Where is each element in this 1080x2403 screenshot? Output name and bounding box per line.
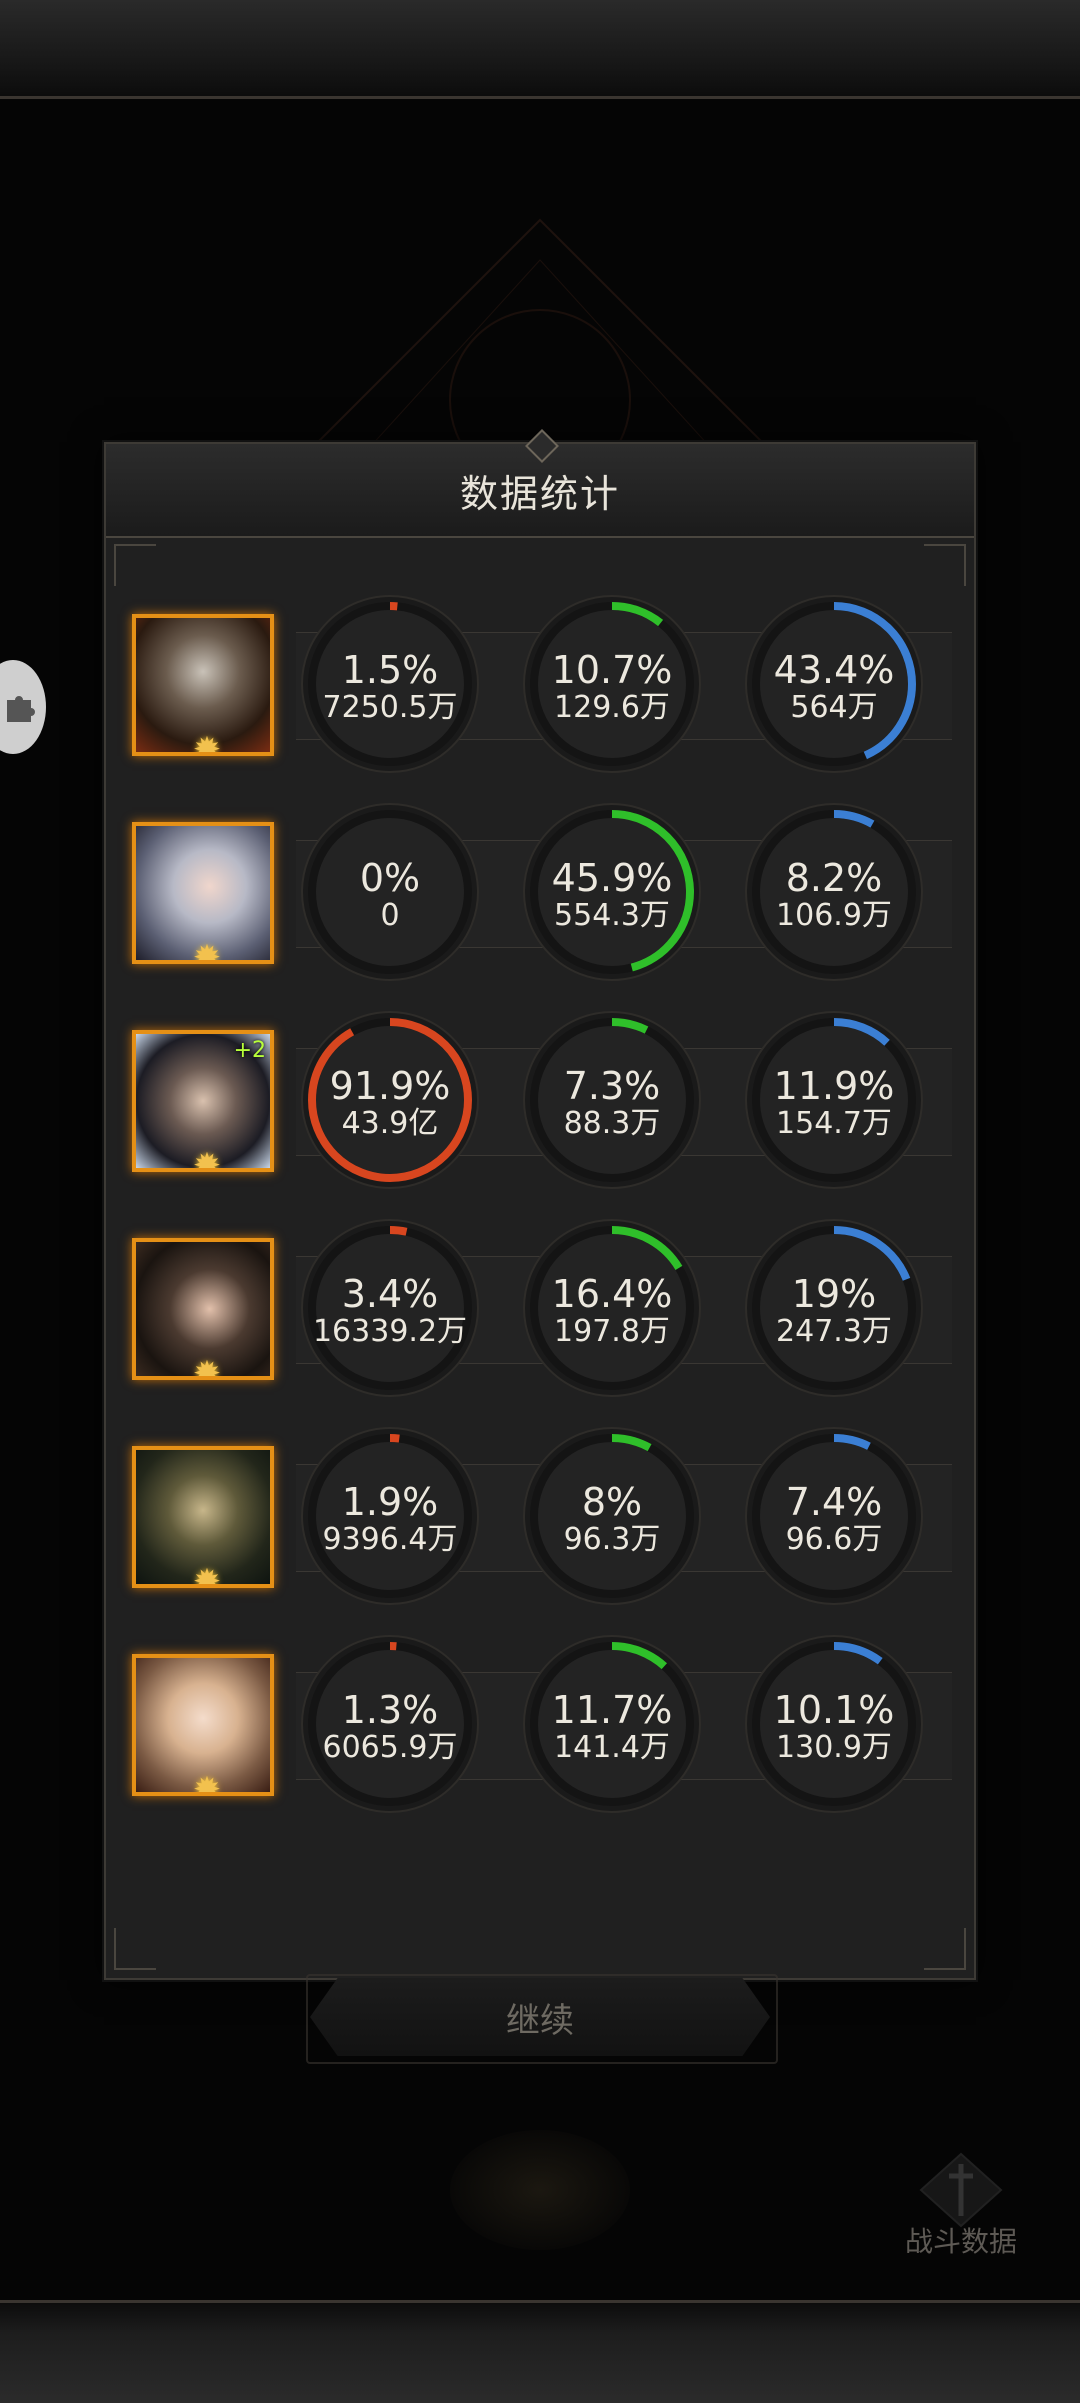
- hooded-mage-avatar[interactable]: ✹: [132, 1446, 274, 1588]
- tank-percent: 10.1%: [773, 1688, 895, 1732]
- damage-value: 9396.4万: [322, 1522, 458, 1557]
- damage-value: 0: [380, 898, 400, 933]
- damage-ring: 1.3% 6065.9万: [300, 1634, 480, 1814]
- top-decor-band: [0, 0, 1080, 99]
- silver-hair-heroine-avatar[interactable]: ✹: [132, 822, 274, 964]
- tank-percent: 43.4%: [773, 648, 895, 692]
- blonde-heroine-avatar[interactable]: ✹: [132, 1654, 274, 1796]
- damage-ring: 91.9% 43.9亿: [300, 1010, 480, 1190]
- tank-percent: 7.4%: [785, 1480, 883, 1524]
- heal-value: 129.6万: [554, 690, 670, 725]
- battle-emblem-icon: [919, 2152, 1003, 2228]
- heal-value: 554.3万: [554, 898, 670, 933]
- heal-value: 141.4万: [554, 1730, 670, 1765]
- tank-value: 106.9万: [776, 898, 892, 933]
- damage-percent: 1.9%: [341, 1480, 439, 1524]
- tank-percent: 19%: [791, 1272, 877, 1316]
- tank-value: 154.7万: [776, 1106, 892, 1141]
- star-rank-icon: ✹: [192, 1562, 222, 1588]
- damage-percent: 1.3%: [341, 1688, 439, 1732]
- tank-ring: 10.1% 130.9万: [744, 1634, 924, 1814]
- upgrade-level-badge: +2: [233, 1038, 266, 1063]
- damage-value: 7250.5万: [322, 690, 458, 725]
- continue-button[interactable]: 继续: [310, 1978, 770, 2056]
- corner-ornament: [924, 544, 966, 586]
- tank-value: 130.9万: [776, 1730, 892, 1765]
- heal-percent: 16.4%: [551, 1272, 673, 1316]
- tank-ring: 8.2% 106.9万: [744, 802, 924, 982]
- heal-ring: 8% 96.3万: [522, 1426, 702, 1606]
- tank-percent: 11.9%: [773, 1064, 895, 1108]
- tank-value: 96.6万: [785, 1522, 883, 1557]
- heal-ring: 10.7% 129.6万: [522, 594, 702, 774]
- panel-header: 数据统计: [106, 429, 974, 538]
- damage-ring: 1.5% 7250.5万: [300, 594, 480, 774]
- battle-data-button[interactable]: 战斗数据: [896, 2150, 1026, 2258]
- damage-ring: 3.4% 16339.2万: [300, 1218, 480, 1398]
- damage-value: 6065.9万: [322, 1730, 458, 1765]
- background-dim-emblem: [450, 2130, 630, 2250]
- star-rank-icon: ✹: [192, 1770, 222, 1796]
- corner-ornament: [924, 1928, 966, 1970]
- damage-value: 43.9亿: [341, 1106, 439, 1141]
- heal-value: 96.3万: [563, 1522, 661, 1557]
- tank-ring: 43.4% 564万: [744, 594, 924, 774]
- tank-ring: 19% 247.3万: [744, 1218, 924, 1398]
- damage-value: 16339.2万: [312, 1314, 468, 1349]
- damage-ring: 1.9% 9396.4万: [300, 1426, 480, 1606]
- continue-label: 继续: [506, 2000, 574, 2041]
- heal-ring: 11.7% 141.4万: [522, 1634, 702, 1814]
- puzzle-icon: [7, 696, 35, 722]
- damage-ring: 0% 0: [300, 802, 480, 982]
- panel-title: 数据统计: [459, 471, 620, 516]
- damage-percent: 3.4%: [341, 1272, 439, 1316]
- tank-ring: 7.4% 96.6万: [744, 1426, 924, 1606]
- heal-ring: 16.4% 197.8万: [522, 1218, 702, 1398]
- tank-percent: 8.2%: [785, 856, 883, 900]
- heal-percent: 11.7%: [551, 1688, 673, 1732]
- heal-percent: 7.3%: [563, 1064, 661, 1108]
- dark-hair-warrior-avatar[interactable]: ✹ +2: [132, 1030, 274, 1172]
- star-rank-icon: ✹: [192, 1354, 222, 1380]
- dragon-skull-hero-avatar[interactable]: ✹: [132, 614, 274, 756]
- damage-percent: 1.5%: [341, 648, 439, 692]
- heal-percent: 8%: [581, 1480, 643, 1524]
- corner-ornament: [114, 1928, 156, 1970]
- stats-panel: 数据统计 ✹ 1.5% 7250.5万 10.7% 129.6万 43.4% 564万 ✹ 0%…: [104, 429, 976, 1980]
- star-rank-icon: ✹: [192, 730, 222, 756]
- tank-ring: 11.9% 154.7万: [744, 1010, 924, 1190]
- heal-ring: 45.9% 554.3万: [522, 802, 702, 982]
- heal-ring: 7.3% 88.3万: [522, 1010, 702, 1190]
- dark-hair-heroine-avatar[interactable]: ✹: [132, 1238, 274, 1380]
- damage-percent: 91.9%: [329, 1064, 451, 1108]
- star-rank-icon: ✹: [192, 938, 222, 964]
- side-puzzle-button[interactable]: [0, 660, 46, 754]
- tank-value: 564万: [790, 690, 878, 725]
- star-rank-icon: ✹: [192, 1146, 222, 1172]
- heal-value: 197.8万: [554, 1314, 670, 1349]
- heal-percent: 10.7%: [551, 648, 673, 692]
- tank-value: 247.3万: [776, 1314, 892, 1349]
- damage-percent: 0%: [359, 856, 421, 900]
- heal-value: 88.3万: [563, 1106, 661, 1141]
- corner-ornament: [114, 544, 156, 586]
- heal-percent: 45.9%: [551, 856, 673, 900]
- bottom-decor-band: [0, 2300, 1080, 2403]
